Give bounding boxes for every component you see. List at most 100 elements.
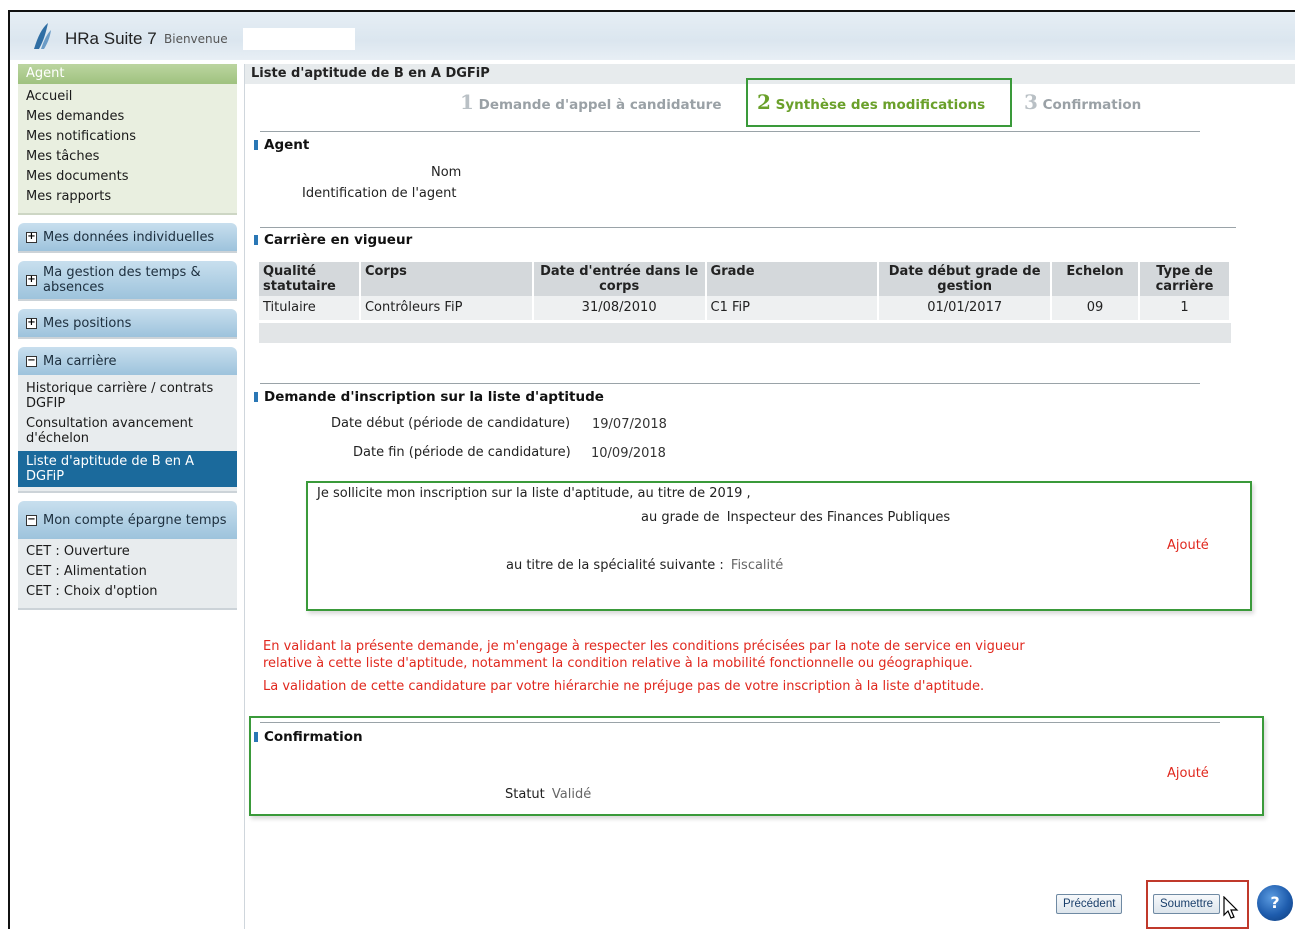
sidebar-header-cet[interactable]: − Mon compte épargne temps [18,501,237,539]
divider [260,131,1200,132]
sidebar-section-carriere: − Ma carrière Historique carrière / cont… [18,347,237,493]
career-table: Qualité statutaire Corps Date d'entrée d… [259,262,1231,320]
table-cell: 09 [1051,296,1141,320]
step-number: 3 [1024,90,1038,114]
step-1: 1 Demande d'appel à candidature [460,90,722,114]
app-header: HRa Suite 7 Bienvenue [10,12,1295,60]
specialite-value: Fiscalité [730,558,784,573]
table-cell: Titulaire [259,296,361,320]
sidebar-item-historique[interactable]: Historique carrière / contrats DGFIP [26,381,229,411]
column-header: Echelon [1051,262,1141,296]
sidebar-item-consultation[interactable]: Consultation avancement d'échelon [26,416,229,446]
sidebar-agent-panel: Agent Accueil Mes demandes Mes notificat… [18,64,237,215]
grade-line: au grade de Inspecteur des Finances Publ… [641,510,950,525]
specialite-label: au titre de la spécialité suivante : [506,558,724,573]
sidebar-item-mes-demandes[interactable]: Mes demandes [26,107,229,127]
app-title: HRa Suite 7 [65,29,157,48]
collapse-icon[interactable]: − [26,355,37,367]
grade-value: Inspecteur des Finances Publiques [726,510,951,525]
sollicite-text: Je sollicite mon inscription sur la list… [317,486,751,501]
specialite-line: au titre de la spécialité suivante : Fis… [506,558,783,573]
date-debut-label: Date début (période de candidature) [331,416,571,431]
sidebar-header-temps[interactable]: + Ma gestion des temps & absences [18,261,237,299]
divider [260,383,1200,384]
sidebar-item-mes-documents[interactable]: Mes documents [26,167,229,187]
sidebar-header-label: Ma gestion des temps & absences [43,265,201,295]
sidebar-item-mes-taches[interactable]: Mes tâches [26,147,229,167]
welcome-text: Bienvenue [164,32,228,46]
section-demande-title: Demande d'inscription sur la liste d'apt… [254,389,604,405]
step-number: 1 [460,90,474,114]
sidebar-header-donnees[interactable]: + Mes données individuelles [18,223,237,251]
confirmation-box [249,716,1264,816]
user-name-field [243,28,355,50]
help-icon[interactable]: ? [1257,885,1293,921]
divider [260,227,1236,228]
previous-button[interactable]: Précédent [1056,894,1123,914]
sidebar-agent-list: Accueil Mes demandes Mes notifications M… [18,84,237,213]
sidebar-agent-header[interactable]: Agent [18,64,237,84]
section-agent-title: Agent [254,137,309,153]
step-label: Demande d'appel à candidature [478,97,722,113]
sidebar-item-cet-alimentation[interactable]: CET : Alimentation [26,562,229,582]
sidebar-header-label: Ma carrière [43,353,117,369]
column-header: Date début grade de gestion [878,262,1053,296]
sidebar-header-carriere[interactable]: − Ma carrière [18,347,237,375]
status-tag-ajoute: Ajouté [1167,766,1209,781]
sidebar-item-cet-ouverture[interactable]: CET : Ouverture [26,542,229,562]
warning-text: La validation de cette candidature par v… [263,679,985,694]
grade-label: au grade de [641,510,720,525]
table-cell: Contrôleurs FiP [359,296,534,320]
sidebar-item-cet-choix[interactable]: CET : Choix d'option [26,582,229,602]
sidebar-header-label: Mes données individuelles [43,229,215,245]
section-carriere-title: Carrière en vigueur [254,232,412,248]
sidebar: Agent Accueil Mes demandes Mes notificat… [18,64,237,618]
annee-value: 2019 [709,486,743,501]
sidebar-header-label: Mes positions [43,315,132,331]
sidebar-header-label: Mon compte épargne temps [43,512,227,528]
sidebar-item-mes-rapports[interactable]: Mes rapports [26,187,229,207]
table-cell: 01/01/2017 [878,296,1053,320]
statut-value: Validé [551,787,592,802]
column-header: Qualité statutaire [259,262,361,296]
date-debut-value: 19/07/2018 [592,417,667,432]
collapse-icon[interactable]: − [26,514,37,526]
sidebar-header-positions[interactable]: + Mes positions [18,309,237,337]
sidebar-cet-list: CET : Ouverture CET : Alimentation CET :… [18,539,237,608]
statut-label: Statut [505,787,545,802]
warning-text: En validant la présente demande, je m'en… [263,639,1025,654]
column-header: Corps [359,262,534,296]
sidebar-section-temps: + Ma gestion des temps & absences [18,261,237,301]
table-cell: 31/08/2010 [532,296,707,320]
column-header: Date d'entrée dans le corps [532,262,707,296]
expand-icon[interactable]: + [26,317,37,329]
identification-label: Identification de l'agent [302,186,457,201]
sidebar-section-cet: − Mon compte épargne temps CET : Ouvertu… [18,501,237,610]
date-fin-label: Date fin (période de candidature) [353,445,571,460]
sidebar-carriere-list: Historique carrière / contrats DGFIP Con… [18,375,237,491]
app-logo-icon [34,23,51,49]
expand-icon[interactable]: + [26,231,37,243]
nom-label: Nom [431,165,462,180]
annee-suffix: , [746,486,751,501]
sidebar-item-mes-notifications[interactable]: Mes notifications [26,127,229,147]
table-footer [259,323,1231,343]
step-3: 3 Confirmation [1024,90,1141,114]
mouse-cursor-icon [1223,896,1239,919]
table-row[interactable]: Titulaire Contrôleurs FiP 31/08/2010 C1 … [259,296,1231,320]
date-fin-value: 10/09/2018 [591,446,666,461]
sidebar-item-liste-aptitude[interactable]: Liste d'aptitude de B en A DGFiP [18,451,237,487]
submit-button[interactable]: Soumettre [1153,894,1221,914]
sollicite-label: Je sollicite mon inscription sur la list… [317,486,706,501]
table-cell: 1 [1139,296,1231,320]
sidebar-section-donnees: + Mes données individuelles [18,223,237,253]
warning-text: relative à cette liste d'aptitude, notam… [263,656,973,671]
step-highlight-box [746,78,1012,127]
expand-icon[interactable]: + [26,274,37,286]
column-header: Grade [705,262,880,296]
status-tag-ajoute: Ajouté [1167,538,1209,553]
sidebar-item-accueil[interactable]: Accueil [26,87,229,107]
table-header-row: Qualité statutaire Corps Date d'entrée d… [259,262,1231,296]
section-confirmation-title: Confirmation [254,729,363,745]
table-cell: C1 FiP [705,296,880,320]
